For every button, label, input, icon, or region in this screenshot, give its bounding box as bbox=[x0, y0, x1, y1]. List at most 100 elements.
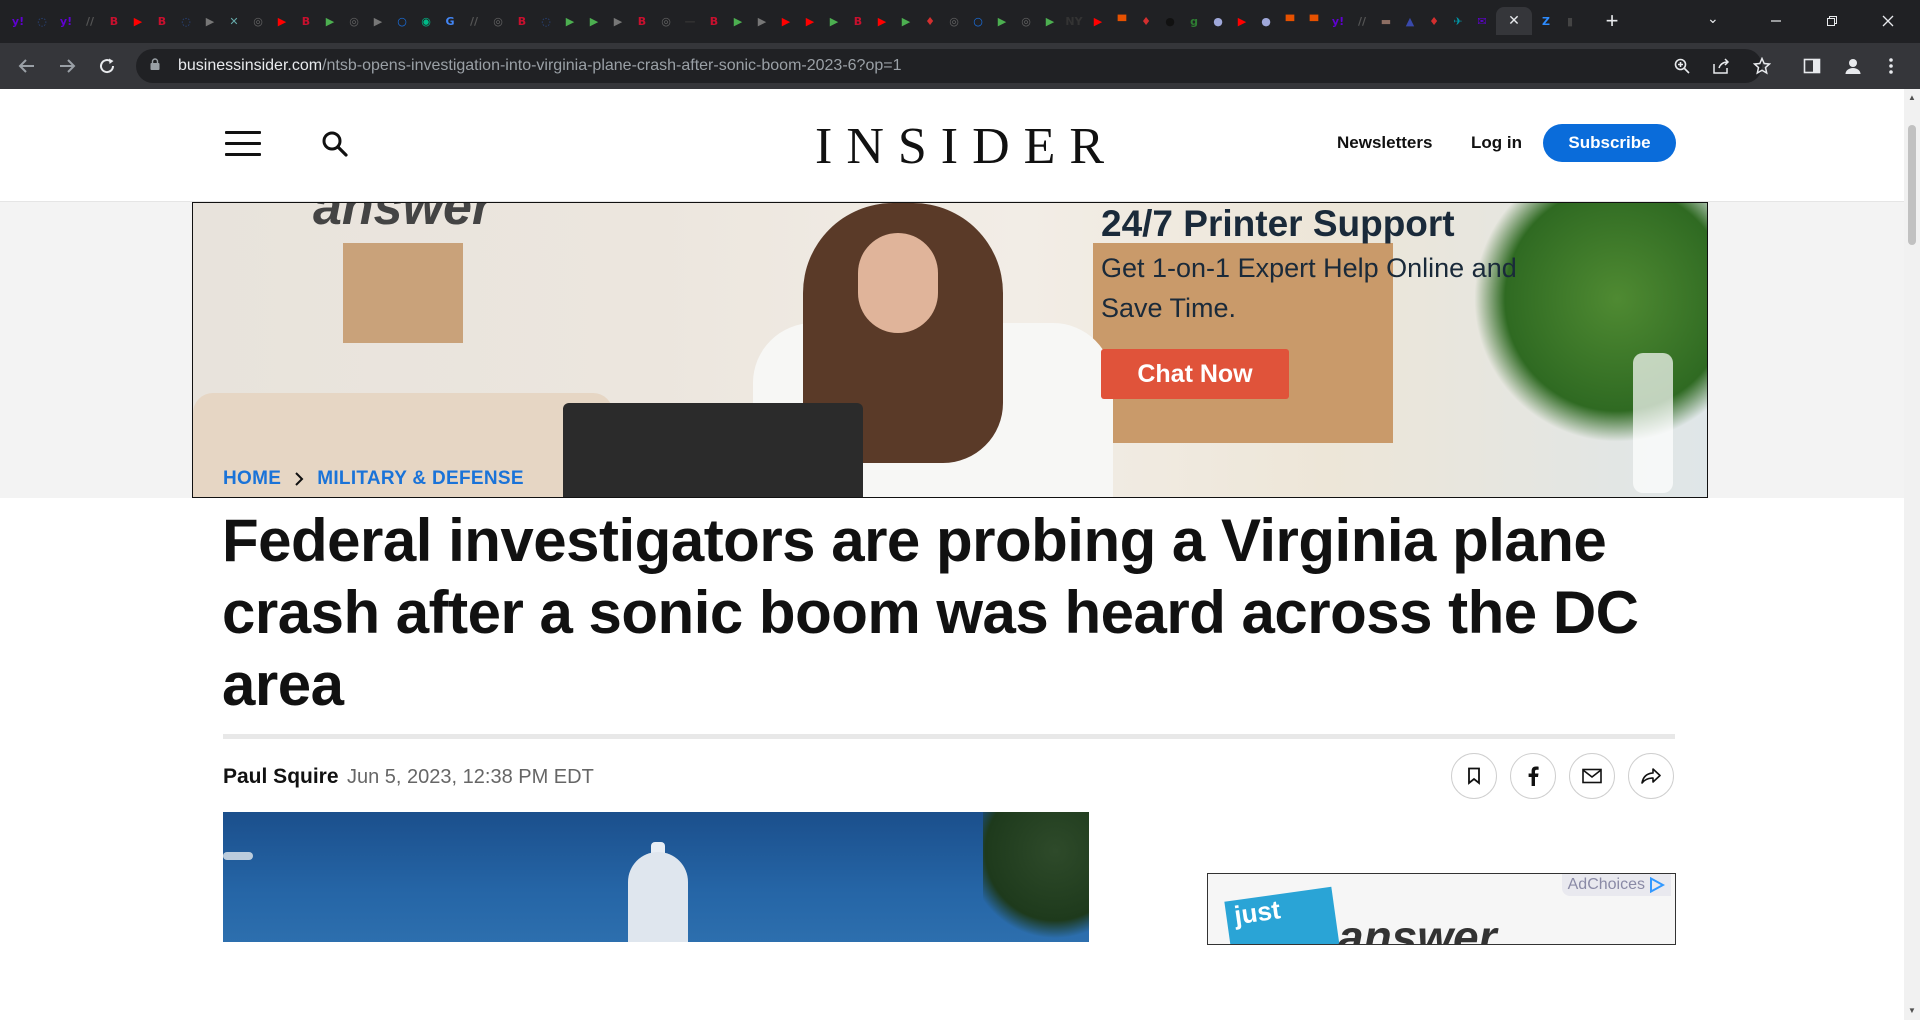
tab-favicon[interactable]: ◎ bbox=[248, 11, 268, 31]
tab-favicon[interactable]: ▶ bbox=[872, 11, 892, 31]
tab-favicon[interactable]: ▶ bbox=[824, 11, 844, 31]
scroll-down-arrow[interactable]: ▼ bbox=[1908, 1006, 1916, 1015]
tab-favicon[interactable]: ● bbox=[1160, 11, 1180, 31]
tab-favicon[interactable]: ♦ bbox=[1424, 11, 1444, 31]
author-link[interactable]: Paul Squire bbox=[223, 765, 339, 789]
share-facebook-button[interactable] bbox=[1510, 753, 1556, 799]
save-article-button[interactable] bbox=[1451, 753, 1497, 799]
tab-favicon[interactable]: ✈ bbox=[1448, 11, 1468, 31]
tab-favicon[interactable]: ▶ bbox=[896, 11, 916, 31]
tab-favicon[interactable]: ◎ bbox=[944, 11, 964, 31]
tab-favicon[interactable]: ▬ bbox=[1376, 11, 1396, 31]
tab-favicon[interactable]: ◎ bbox=[1016, 11, 1036, 31]
tab-favicon[interactable]: ▀ bbox=[1304, 11, 1324, 31]
ad-banner[interactable]: answer 24/7 Printer Support Get 1-on-1 E… bbox=[192, 202, 1708, 498]
tab-favicon[interactable]: // bbox=[1352, 11, 1372, 31]
newsletters-link[interactable]: Newsletters bbox=[1337, 133, 1432, 153]
tab-favicon[interactable]: ▶ bbox=[368, 11, 388, 31]
share-page-button[interactable] bbox=[1712, 56, 1732, 76]
article-hero-image[interactable] bbox=[223, 812, 1089, 942]
share-email-button[interactable] bbox=[1569, 753, 1615, 799]
tab-favicon[interactable]: ▶ bbox=[608, 11, 628, 31]
back-button[interactable] bbox=[12, 51, 42, 81]
tab-favicon[interactable]: ▶ bbox=[320, 11, 340, 31]
tab-favicon[interactable]: g bbox=[1184, 11, 1204, 31]
new-tab-button[interactable]: + bbox=[1598, 8, 1626, 34]
adchoices-link[interactable]: AdChoices bbox=[1561, 874, 1671, 896]
tab-favicon[interactable]: ○ bbox=[392, 11, 412, 31]
tab-favicon[interactable]: ○ bbox=[968, 11, 988, 31]
minimize-button[interactable] bbox=[1759, 6, 1793, 36]
tab-favicon[interactable]: ▶ bbox=[584, 11, 604, 31]
tab-favicon[interactable]: ♦ bbox=[920, 11, 940, 31]
tab-favicon[interactable]: B bbox=[848, 11, 868, 31]
tab-favicon[interactable]: ✕ bbox=[224, 11, 244, 31]
tab-favicon[interactable]: ◎ bbox=[488, 11, 508, 31]
tab-favicon[interactable]: ▶ bbox=[200, 11, 220, 31]
tab-favicon[interactable]: ▲ bbox=[1400, 11, 1420, 31]
bookmark-star-button[interactable] bbox=[1752, 56, 1772, 76]
tab-search-button[interactable]: ⌄ bbox=[1707, 10, 1719, 27]
reload-button[interactable] bbox=[92, 51, 122, 81]
login-link[interactable]: Log in bbox=[1471, 133, 1522, 153]
tab-favicon[interactable]: ▶ bbox=[728, 11, 748, 31]
tab-favicon[interactable]: B bbox=[296, 11, 316, 31]
restore-button[interactable] bbox=[1815, 6, 1849, 36]
tab-favicon[interactable]: ● bbox=[1208, 11, 1228, 31]
profile-button[interactable] bbox=[1842, 55, 1864, 77]
zoom-button[interactable] bbox=[1672, 56, 1692, 76]
breadcrumb-home-link[interactable]: HOME bbox=[223, 468, 281, 490]
tab-favicon[interactable]: y! bbox=[8, 11, 28, 31]
tab-favicon[interactable]: y! bbox=[1328, 11, 1348, 31]
tab-favicon[interactable]: ▶ bbox=[992, 11, 1012, 31]
address-bar[interactable]: businessinsider.com/ntsb-opens-investiga… bbox=[136, 49, 1771, 83]
share-more-button[interactable] bbox=[1628, 753, 1674, 799]
site-logo[interactable]: INSIDER bbox=[815, 117, 1118, 176]
tab-favicon[interactable]: ▶ bbox=[272, 11, 292, 31]
tab-close-icon[interactable]: ✕ bbox=[1508, 13, 1520, 29]
tab-favicon[interactable]: — bbox=[680, 11, 700, 31]
scroll-thumb[interactable] bbox=[1908, 125, 1916, 245]
tab-favicon[interactable]: // bbox=[80, 11, 100, 31]
menu-button[interactable] bbox=[225, 131, 261, 157]
tab-favicon[interactable]: ▀ bbox=[1280, 11, 1300, 31]
subscribe-button[interactable]: Subscribe bbox=[1543, 124, 1676, 162]
tab-favicon[interactable]: ▶ bbox=[128, 11, 148, 31]
tab-favicon[interactable]: y! bbox=[56, 11, 76, 31]
browser-menu-button[interactable] bbox=[1880, 55, 1902, 77]
tab-favicon[interactable]: ▶ bbox=[1088, 11, 1108, 31]
url-text[interactable]: businessinsider.com/ntsb-opens-investiga… bbox=[178, 57, 902, 75]
tab-favicon[interactable]: ◎ bbox=[656, 11, 676, 31]
sidebar-ad[interactable]: just answer AdChoices bbox=[1207, 873, 1676, 945]
tab-favicon[interactable]: B bbox=[704, 11, 724, 31]
page-scrollbar[interactable]: ▲ ▼ bbox=[1904, 89, 1920, 1020]
active-tab[interactable]: ✕ bbox=[1496, 7, 1532, 35]
tab-favicon[interactable]: ◉ bbox=[416, 11, 436, 31]
tab-favicon[interactable]: B bbox=[104, 11, 124, 31]
tab-favicon[interactable]: ▶ bbox=[560, 11, 580, 31]
tab-favicon[interactable]: ▀ bbox=[1112, 11, 1132, 31]
tab-favicon[interactable]: ▶ bbox=[1040, 11, 1060, 31]
tab-favicon[interactable]: ▮ bbox=[1560, 11, 1580, 31]
tab-favicon[interactable]: B bbox=[632, 11, 652, 31]
tab-favicon[interactable]: ▶ bbox=[776, 11, 796, 31]
tab-favicon[interactable]: ✉ bbox=[1472, 11, 1492, 31]
tab-favicon[interactable]: ◌ bbox=[176, 11, 196, 31]
tab-favicon[interactable]: ◎ bbox=[344, 11, 364, 31]
ad-chat-now-button[interactable]: Chat Now bbox=[1101, 349, 1289, 399]
scroll-up-arrow[interactable]: ▲ bbox=[1908, 93, 1916, 102]
search-button[interactable] bbox=[320, 129, 350, 159]
tab-favicon[interactable]: ● bbox=[1256, 11, 1276, 31]
tab-favicon[interactable]: ♦ bbox=[1136, 11, 1156, 31]
tab-favicon[interactable]: B bbox=[152, 11, 172, 31]
tab-favicon[interactable]: // bbox=[464, 11, 484, 31]
tab-favicon[interactable]: G bbox=[440, 11, 460, 31]
breadcrumb-section-link[interactable]: MILITARY & DEFENSE bbox=[317, 468, 524, 490]
forward-button[interactable] bbox=[52, 51, 82, 81]
tab-favicon[interactable]: ◌ bbox=[536, 11, 556, 31]
tab-favicon[interactable]: ▶ bbox=[752, 11, 772, 31]
tab-favicon[interactable]: Z bbox=[1536, 11, 1556, 31]
tab-favicon[interactable]: NY bbox=[1064, 11, 1084, 31]
tab-favicon[interactable]: ▶ bbox=[1232, 11, 1252, 31]
side-panel-button[interactable] bbox=[1801, 55, 1823, 77]
